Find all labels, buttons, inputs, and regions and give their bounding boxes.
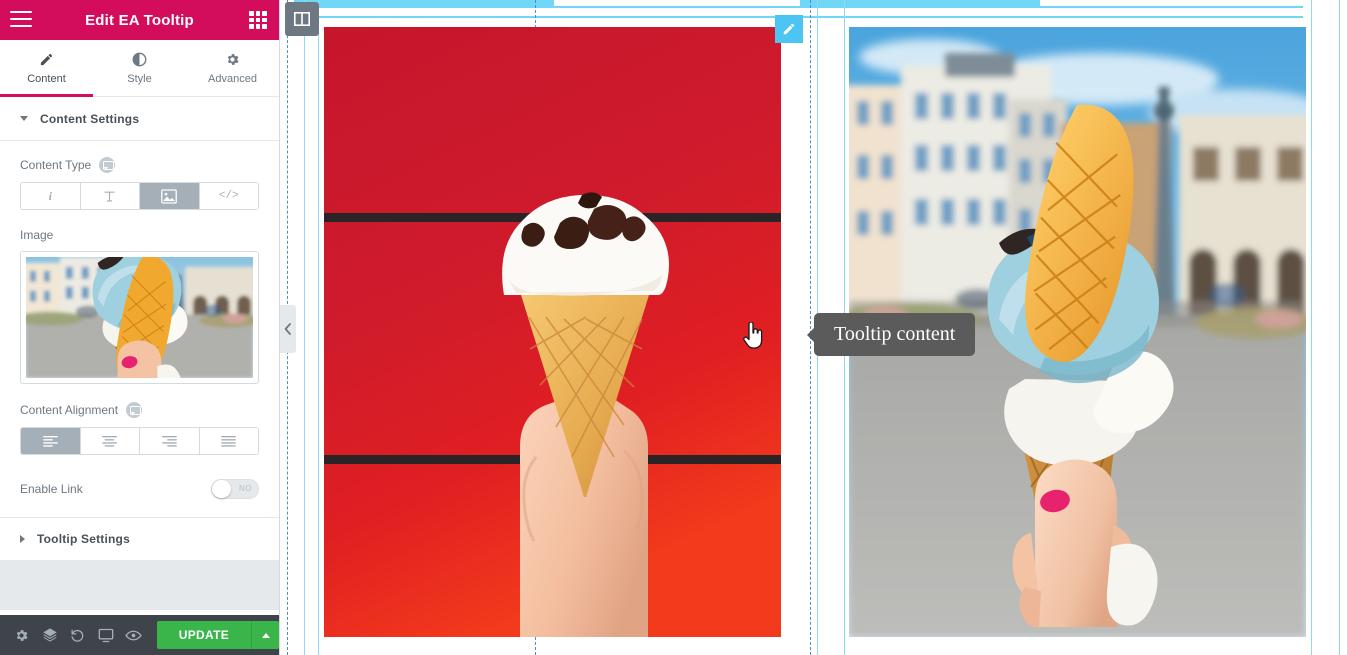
- content-type-label: Content Type: [20, 158, 92, 172]
- align-left-icon: [42, 435, 58, 447]
- tooltip-info-icon-alignment[interactable]: [126, 402, 143, 418]
- tab-style-label: Style: [127, 73, 152, 85]
- align-right-icon: [161, 435, 177, 447]
- control-content-alignment: Content Alignment: [0, 384, 279, 455]
- tab-content-label: Content: [27, 73, 66, 85]
- tooltip-bubble: Tooltip content: [806, 313, 976, 356]
- text-type-icon: [104, 191, 115, 201]
- pointer-hand-cursor: [743, 322, 763, 349]
- content-type-option-image[interactable]: [140, 183, 200, 209]
- section-tooltip-settings[interactable]: Tooltip Settings: [0, 517, 279, 561]
- guide-solid-right: [1311, 0, 1312, 655]
- panel-collapse-handle[interactable]: [280, 305, 296, 353]
- toggle-knob: [212, 480, 231, 498]
- info-icon: i: [48, 188, 52, 203]
- tab-content[interactable]: Content: [0, 40, 93, 97]
- toggle-state-label: NO: [239, 484, 252, 493]
- navigator-layers-icon[interactable]: [36, 615, 64, 655]
- content-type-choices: i </>: [20, 182, 259, 210]
- editor-panel: Edit EA Tooltip Content Style Advanced C…: [0, 0, 280, 655]
- control-enable-link: Enable Link NO: [0, 467, 279, 511]
- caret-up-icon: [261, 632, 270, 638]
- enable-link-toggle[interactable]: NO: [211, 479, 259, 499]
- content-type-option-info[interactable]: i: [21, 183, 81, 209]
- panel-empty-space: [0, 561, 279, 610]
- image-icon: [161, 188, 178, 204]
- control-content-type: Content Type i </>: [0, 141, 279, 210]
- pencil-icon: [39, 51, 54, 67]
- left-preview-image[interactable]: [324, 27, 781, 637]
- alignment-option-justify[interactable]: [199, 428, 258, 454]
- content-alignment-choices: [20, 427, 259, 455]
- preview-canvas[interactable]: Tooltip content: [280, 0, 1347, 655]
- widget-edit-button[interactable]: [775, 15, 803, 43]
- guide-solid-right2: [1339, 0, 1340, 655]
- align-justify-icon: [221, 435, 237, 447]
- control-image: Image: [0, 210, 279, 384]
- panel-body: Content Settings Content Type i </> Imag…: [0, 97, 279, 615]
- code-icon: </>: [218, 190, 239, 202]
- hamburger-menu-icon[interactable]: [10, 11, 32, 29]
- elementor-editor: Tooltip content Edit EA Tooltip Content …: [0, 0, 1347, 655]
- content-type-label-row: Content Type: [20, 157, 259, 173]
- contrast-icon: [132, 51, 147, 67]
- caret-right-icon: [20, 535, 25, 543]
- chevron-left-icon: [284, 323, 291, 335]
- image-label: Image: [20, 228, 259, 242]
- align-center-icon: [102, 435, 118, 447]
- update-button[interactable]: UPDATE: [156, 621, 252, 649]
- image-preview-box[interactable]: [20, 251, 259, 384]
- alignment-option-left[interactable]: [21, 428, 81, 454]
- section-content-settings-label: Content Settings: [40, 111, 140, 126]
- image-thumbnail: [26, 257, 253, 378]
- tab-advanced[interactable]: Advanced: [186, 40, 279, 96]
- panel-header: Edit EA Tooltip: [0, 0, 279, 40]
- panel-tabs: Content Style Advanced: [0, 40, 279, 97]
- content-type-option-text[interactable]: [80, 183, 140, 209]
- panel-title: Edit EA Tooltip: [85, 11, 194, 29]
- preview-eye-icon[interactable]: [120, 615, 148, 655]
- tooltip-info-icon[interactable]: [99, 157, 116, 173]
- settings-gear-icon[interactable]: [8, 615, 36, 655]
- alignment-option-center[interactable]: [80, 428, 140, 454]
- content-alignment-label: Content Alignment: [20, 403, 119, 417]
- alignment-option-right[interactable]: [140, 428, 200, 454]
- update-options-button[interactable]: [251, 621, 280, 649]
- update-button-group: UPDATE: [156, 621, 280, 649]
- tab-advanced-label: Advanced: [208, 73, 257, 85]
- columns-handle-icon: [294, 12, 310, 26]
- section-columns-handle[interactable]: [285, 2, 319, 36]
- content-type-option-code[interactable]: </>: [199, 183, 258, 209]
- section-tooltip-settings-label: Tooltip Settings: [37, 532, 130, 546]
- responsive-mode-icon[interactable]: [92, 615, 120, 655]
- panel-footer: UPDATE: [0, 615, 280, 655]
- guide-solid-left: [304, 0, 305, 655]
- guide-solid-left2: [318, 0, 319, 655]
- tab-style[interactable]: Style: [93, 40, 186, 96]
- apps-grid-icon[interactable]: [249, 11, 267, 29]
- section-outline-top: [294, 6, 1303, 8]
- content-alignment-label-row: Content Alignment: [20, 402, 259, 418]
- image-label-text: Image: [20, 228, 54, 242]
- pencil-edit-icon: [783, 23, 795, 35]
- caret-down-icon: [20, 116, 28, 121]
- history-revisions-icon[interactable]: [64, 615, 92, 655]
- section-content-settings[interactable]: Content Settings: [0, 97, 279, 141]
- gear-icon: [225, 51, 240, 67]
- enable-link-label: Enable Link: [20, 482, 83, 496]
